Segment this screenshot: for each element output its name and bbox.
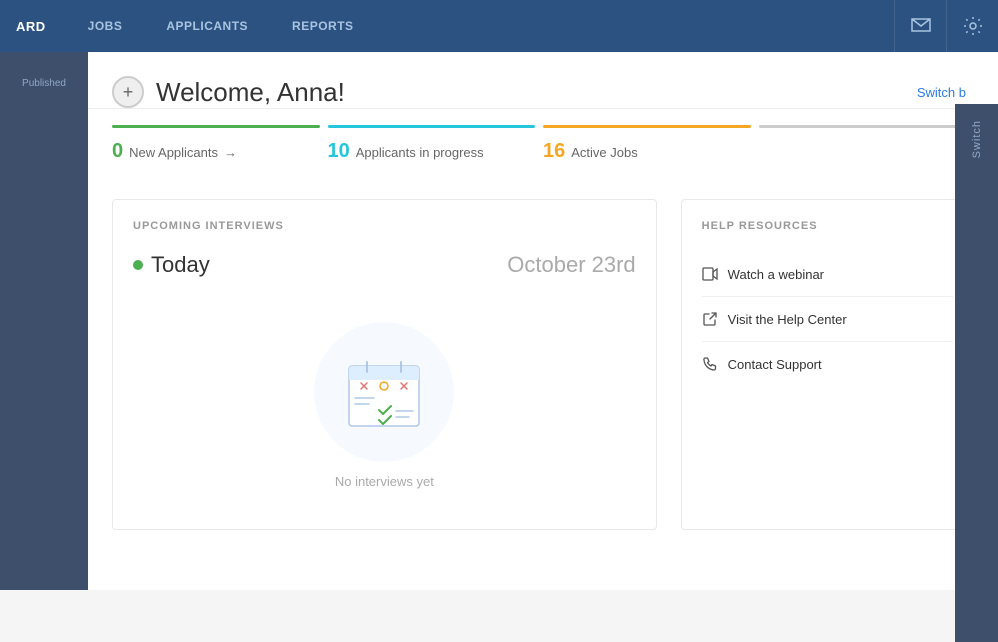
layout: Published + Welcome, Anna! Switch b 0 Ne… <box>0 52 998 590</box>
stat-in-progress[interactable]: 10 Applicants in progress <box>328 109 544 175</box>
stat-other <box>759 109 975 175</box>
nav-right <box>894 0 998 52</box>
stat-content: 0 New Applicants → <box>112 140 320 163</box>
page-title: Welcome, Anna! <box>156 77 345 108</box>
nav-item-applicants[interactable]: APPLICANTS <box>144 0 270 52</box>
today-label-area: Today <box>133 252 210 278</box>
main-content: + Welcome, Anna! Switch b 0 New Applican… <box>88 52 998 590</box>
welcome-area: + Welcome, Anna! <box>112 76 345 108</box>
stat-number-active-jobs: 16 <box>543 140 565 163</box>
stat-active-jobs[interactable]: 16 Active Jobs <box>543 109 759 175</box>
nav-item-reports[interactable]: REPORTS <box>270 0 376 52</box>
stat-label-in-progress: Applicants in progress <box>356 145 484 160</box>
stat-label-active-jobs: Active Jobs <box>571 145 637 160</box>
messages-icon-btn[interactable] <box>894 0 946 52</box>
phone-icon <box>702 356 718 372</box>
add-button[interactable]: + <box>112 76 144 108</box>
help-section-title: HELP RESOURCES <box>702 220 953 232</box>
support-label: Contact Support <box>728 357 822 372</box>
interviews-section-title: UPCOMING INTERVIEWS <box>133 220 636 232</box>
page-header: + Welcome, Anna! Switch b <box>88 52 998 109</box>
switch-button[interactable]: Switch b <box>917 85 966 100</box>
today-row: Today October 23rd <box>133 252 636 278</box>
stat-bar-active-jobs <box>543 125 751 128</box>
sidebar-item-published[interactable]: Published <box>0 62 88 101</box>
calendar-bg <box>314 322 454 462</box>
no-interviews-text: No interviews yet <box>335 474 434 489</box>
stat-bar-other <box>759 125 967 128</box>
help-webinar-label: Watch a webinar <box>728 267 824 282</box>
help-section: HELP RESOURCES Watch a webinar Visit th <box>681 199 974 530</box>
interviews-section: UPCOMING INTERVIEWS Today October 23rd <box>112 199 657 530</box>
stat-content-progress: 10 Applicants in progress <box>328 140 536 163</box>
calendar-illustration <box>339 352 429 432</box>
today-date: October 23rd <box>507 252 635 278</box>
today-text: Today <box>151 252 210 278</box>
settings-icon-btn[interactable] <box>946 0 998 52</box>
video-icon <box>702 266 718 282</box>
stats-bar: 0 New Applicants → 10 Applicants in prog… <box>88 109 998 175</box>
help-item-webinar[interactable]: Watch a webinar <box>702 252 953 297</box>
help-center-label: Visit the Help Center <box>728 312 847 327</box>
top-nav: ARD JOBS APPLICANTS REPORTS <box>0 0 998 52</box>
calendar-wrapper: No interviews yet <box>133 302 636 509</box>
help-item-help-center[interactable]: Visit the Help Center <box>702 297 953 342</box>
stat-new-applicants[interactable]: 0 New Applicants → <box>112 109 328 175</box>
stat-arrow-new-applicants: → <box>224 145 237 160</box>
stat-bar-new-applicants <box>112 125 320 128</box>
sidebar: Published <box>0 52 88 590</box>
today-dot <box>133 260 143 270</box>
stat-number-in-progress: 10 <box>328 140 350 163</box>
dashboard-body: UPCOMING INTERVIEWS Today October 23rd <box>88 175 998 554</box>
nav-item-jobs[interactable]: JOBS <box>66 0 145 52</box>
nav-brand: ARD <box>16 19 66 34</box>
stat-content-jobs: 16 Active Jobs <box>543 140 751 163</box>
external-link-icon <box>702 311 718 327</box>
stat-bar-in-progress <box>328 125 536 128</box>
help-item-support[interactable]: Contact Support <box>702 342 953 386</box>
right-panel: Switch <box>955 104 998 642</box>
switch-vertical-label[interactable]: Switch <box>971 120 983 158</box>
stat-label-new-applicants: New Applicants <box>129 145 218 160</box>
stat-number-new-applicants: 0 <box>112 140 123 163</box>
